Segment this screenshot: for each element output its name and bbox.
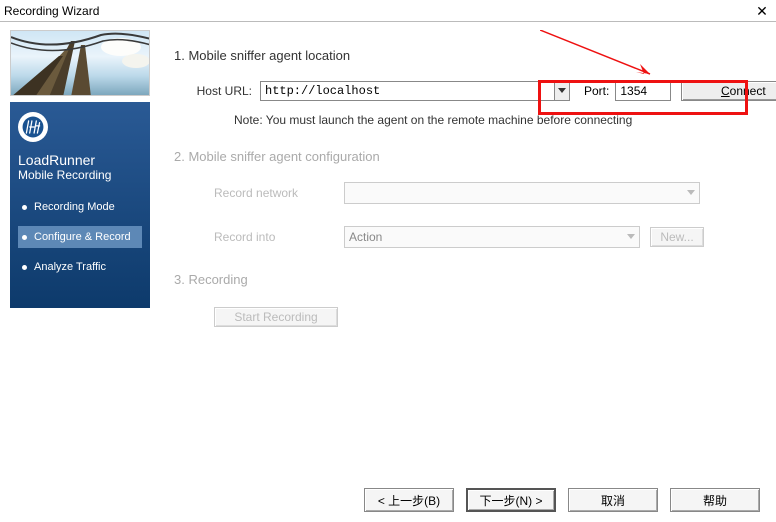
record-into-value: Action bbox=[345, 230, 623, 244]
sidebar: LoadRunner Mobile Recording Recording Mo… bbox=[10, 30, 150, 458]
window-title: Recording Wizard bbox=[4, 0, 99, 21]
sidebar-item-analyze-traffic[interactable]: Analyze Traffic bbox=[18, 256, 142, 278]
sidebar-item-label: Recording Mode bbox=[34, 201, 115, 213]
record-network-combo bbox=[344, 182, 700, 204]
record-into-combo: Action bbox=[344, 226, 640, 248]
content-panel: 1. Mobile sniffer agent location Host UR… bbox=[150, 22, 776, 458]
sidebar-item-configure-record[interactable]: Configure & Record bbox=[18, 226, 142, 248]
host-url-combo[interactable] bbox=[260, 81, 570, 101]
back-button[interactable]: < 上一步(B) bbox=[364, 488, 454, 512]
step3-heading: 3. Recording bbox=[174, 272, 776, 287]
next-button[interactable]: 下一步(N) > bbox=[466, 488, 556, 512]
step1-heading: 1. Mobile sniffer agent location bbox=[174, 48, 776, 63]
host-url-label: Host URL: bbox=[174, 84, 252, 98]
new-button: New... bbox=[650, 227, 704, 247]
brand-panel: LoadRunner Mobile Recording Recording Mo… bbox=[10, 102, 150, 308]
cancel-button[interactable]: 取消 bbox=[568, 488, 658, 512]
chevron-down-icon bbox=[623, 227, 639, 247]
step2-heading: 2. Mobile sniffer agent configuration bbox=[174, 149, 776, 164]
sidebar-item-label: Configure & Record bbox=[34, 231, 131, 243]
record-network-label: Record network bbox=[214, 186, 344, 200]
banner-image bbox=[10, 30, 150, 96]
bullet-icon bbox=[22, 265, 27, 270]
bullet-icon bbox=[22, 205, 27, 210]
port-label: Port: bbox=[584, 84, 609, 98]
bullet-icon bbox=[22, 235, 27, 240]
close-icon[interactable]: ✕ bbox=[748, 0, 776, 21]
hp-logo-icon bbox=[18, 112, 48, 142]
note-text: Note: You must launch the agent on the r… bbox=[234, 113, 776, 127]
sidebar-item-label: Analyze Traffic bbox=[34, 261, 106, 273]
host-url-input[interactable] bbox=[261, 82, 554, 100]
product-name-1: LoadRunner bbox=[18, 152, 142, 168]
footer-buttons: < 上一步(B) 下一步(N) > 取消 帮助 bbox=[364, 488, 760, 512]
connect-button[interactable]: Connect bbox=[681, 81, 776, 101]
divider bbox=[10, 462, 766, 463]
port-input[interactable] bbox=[615, 81, 671, 101]
sidebar-item-recording-mode[interactable]: Recording Mode bbox=[18, 196, 142, 218]
record-into-label: Record into bbox=[214, 230, 344, 244]
start-recording-button: Start Recording bbox=[214, 307, 338, 327]
product-name-2: Mobile Recording bbox=[18, 168, 142, 182]
chevron-down-icon bbox=[683, 183, 699, 203]
title-bar: Recording Wizard ✕ bbox=[0, 0, 776, 22]
help-button[interactable]: 帮助 bbox=[670, 488, 760, 512]
chevron-down-icon[interactable] bbox=[554, 82, 569, 100]
